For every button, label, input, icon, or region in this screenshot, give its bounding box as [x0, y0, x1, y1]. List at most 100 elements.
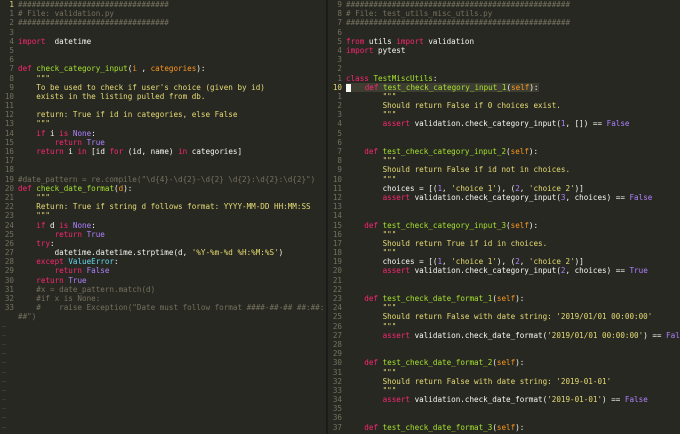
code-line[interactable]: 20 assert validation.check_category_inpu… [328, 266, 680, 275]
code-line[interactable]: 25 Should return False with date string:… [328, 312, 680, 321]
code-line[interactable]: 21 [328, 276, 680, 285]
code-line[interactable]: 15 return True [0, 138, 326, 147]
code-line[interactable]: 29 return False [0, 266, 326, 275]
code-line[interactable]: 1 ################################# [0, 0, 326, 9]
code-line[interactable]: 10 """ [328, 175, 680, 184]
code-line[interactable]: 7 #######################################… [328, 18, 680, 27]
code-line[interactable]: 23 def test_check_date_format_1(self): [328, 294, 680, 303]
code-line[interactable]: 4 import pytest [328, 46, 680, 55]
code-line[interactable]: 9 Should return False if id not in choic… [328, 165, 680, 174]
code-line[interactable]: 16 return i in [id for (id, name) in cat… [0, 147, 326, 156]
code-line[interactable]: 4 assert validation.check_category_input… [328, 119, 680, 128]
code-line[interactable]: 3 [328, 55, 680, 64]
code-line[interactable]: 37 def test_check_date_format_3(self): [328, 423, 680, 432]
code-line[interactable]: 24 """ [328, 303, 680, 312]
code-line[interactable]: 2 ################################# [0, 18, 326, 27]
code-line[interactable]: 31 #x = date_pattern.match(d) [0, 285, 326, 294]
code-line[interactable]: 26 try: [0, 239, 326, 248]
code-line[interactable]: 36 [328, 413, 680, 422]
code-line[interactable]: 5 [0, 46, 326, 55]
code-line[interactable]: 1 class TestMiscUtils: [328, 74, 680, 83]
code-line[interactable]: 1 """ [328, 92, 680, 101]
code-line[interactable]: 30 def test_check_date_format_2(self): [328, 358, 680, 367]
code-token: ), ( [496, 257, 516, 267]
code-line[interactable]: 30 return True [0, 276, 326, 285]
code-line[interactable]: 18 [0, 165, 326, 174]
code-line[interactable]: 9 #######################################… [328, 0, 680, 9]
code-line[interactable]: 34 assert validation.check_date_format('… [328, 395, 680, 404]
right-editor-pane[interactable]: 9 #######################################… [328, 0, 680, 434]
code-line[interactable]: 17 Should return True if id in choices. [328, 239, 680, 248]
code-line[interactable]: 31 """ [328, 368, 680, 377]
code-line[interactable]: 12 return: True if id in categories, els… [0, 110, 326, 119]
empty-line-marker[interactable]: ~ [0, 349, 326, 358]
code-line[interactable]: 28 [328, 340, 680, 349]
code-line[interactable]: 33 """ [328, 386, 680, 395]
code-line[interactable]: 25 return True [0, 230, 326, 239]
empty-line-marker[interactable]: ~ [0, 386, 326, 395]
code-line[interactable]: 10 def test_check_category_input_1(self)… [328, 82, 680, 92]
code-line[interactable]: 8 # File: test_utils_misc_utils.py [328, 9, 680, 18]
code-line[interactable]: 22 Return: True if string d follows form… [0, 202, 326, 211]
left-editor-pane[interactable]: 1 ################################# 1 # Fil… [0, 0, 326, 434]
code-line[interactable]: 6 [328, 28, 680, 37]
code-line[interactable]: 21 """ [0, 193, 326, 202]
empty-line-marker[interactable]: ~ [0, 377, 326, 386]
code-line[interactable]: 15 def test_check_category_input_3(self)… [328, 221, 680, 230]
code-line[interactable]: 20 def check_date_format(d): [0, 184, 326, 193]
code-line[interactable]: 2 [328, 64, 680, 73]
code-line[interactable]: 32 Should return False with date string:… [328, 377, 680, 386]
code-line[interactable]: 11 choices = [(1, 'choice 1'), (2, 'choi… [328, 184, 680, 193]
empty-line-marker[interactable]: ~ [0, 413, 326, 422]
code-line[interactable]: 26 """ [328, 322, 680, 331]
code-line[interactable]: 17 [0, 156, 326, 165]
code-line[interactable]: 22 [328, 285, 680, 294]
code-line[interactable]: 14 [328, 211, 680, 220]
code-line[interactable]: 18 """ [328, 248, 680, 257]
empty-line-marker[interactable]: ~ [0, 322, 326, 331]
code-line[interactable]: 5 from utils import validation [328, 37, 680, 46]
empty-line-marker[interactable]: ~ [0, 340, 326, 349]
code-line[interactable]: 10 exists in the listing pulled from db. [0, 92, 326, 101]
code-line[interactable]: 23 """ [0, 211, 326, 220]
empty-line-marker[interactable]: ~ [0, 423, 326, 432]
code-line[interactable]: 3 [0, 28, 326, 37]
code-line[interactable]: 7 def check_category_input(i , categories… [0, 64, 326, 73]
code-line[interactable]: 8 """ [0, 74, 326, 83]
empty-line-marker[interactable]: ~ [0, 368, 326, 377]
code-line[interactable]: 7 def test_check_category_input_2(self): [328, 147, 680, 156]
code-line[interactable]: 11 [0, 101, 326, 110]
code-line[interactable]: 28 except ValueError: [0, 257, 326, 266]
code-line[interactable]: 2 Should return False if 0 choices exist… [328, 101, 680, 110]
code-line[interactable]: 4 import datetime [0, 37, 326, 46]
code-line[interactable]: 16 """ [328, 230, 680, 239]
code-line[interactable]: 27 datetime.datetime.strptime(d, '%Y-%m-… [0, 248, 326, 257]
code-line[interactable]: ##") [0, 312, 326, 321]
code-line[interactable]: 1 # File: validation.py [0, 9, 326, 18]
code-line[interactable]: 8 """ [328, 156, 680, 165]
code-line[interactable]: 32 #if x is None: [0, 294, 326, 303]
code-line[interactable]: 9 To be used to check if user's choice (… [0, 83, 326, 92]
code-line[interactable]: 35 [328, 404, 680, 413]
line-text: def test_check_category_input_3(self): [346, 221, 538, 230]
code-line[interactable]: 24 if d is None: [0, 221, 326, 230]
code-token: : [91, 220, 96, 230]
empty-line-marker[interactable]: ~ [0, 358, 326, 367]
code-line[interactable]: 5 [328, 129, 680, 138]
code-line[interactable]: 13 """ [0, 119, 326, 128]
code-line[interactable]: 12 assert validation.check_category_inpu… [328, 193, 680, 202]
code-line[interactable]: 6 [0, 55, 326, 64]
empty-line-marker[interactable]: ~ [0, 331, 326, 340]
code-line[interactable]: 14 if i is None: [0, 129, 326, 138]
code-line[interactable]: 6 [328, 138, 680, 147]
code-line[interactable]: 19 #date_pattern = re.compile("\d{4}-\d{2… [0, 175, 326, 184]
code-line[interactable]: 33 # raise Exception("Date must follow f… [0, 303, 326, 312]
code-line[interactable]: 27 assert validation.check_date_format('… [328, 331, 680, 340]
code-line[interactable]: 29 [328, 349, 680, 358]
code-line[interactable]: 19 choices = [(1, 'choice 1'), (2, 'choi… [328, 257, 680, 266]
empty-line-marker[interactable]: ~ [0, 404, 326, 413]
code-line[interactable]: 13 [328, 202, 680, 211]
empty-line-marker[interactable]: ~ [0, 395, 326, 404]
code-line[interactable]: 3 """ [328, 110, 680, 119]
line-number: ~ [2, 321, 7, 331]
